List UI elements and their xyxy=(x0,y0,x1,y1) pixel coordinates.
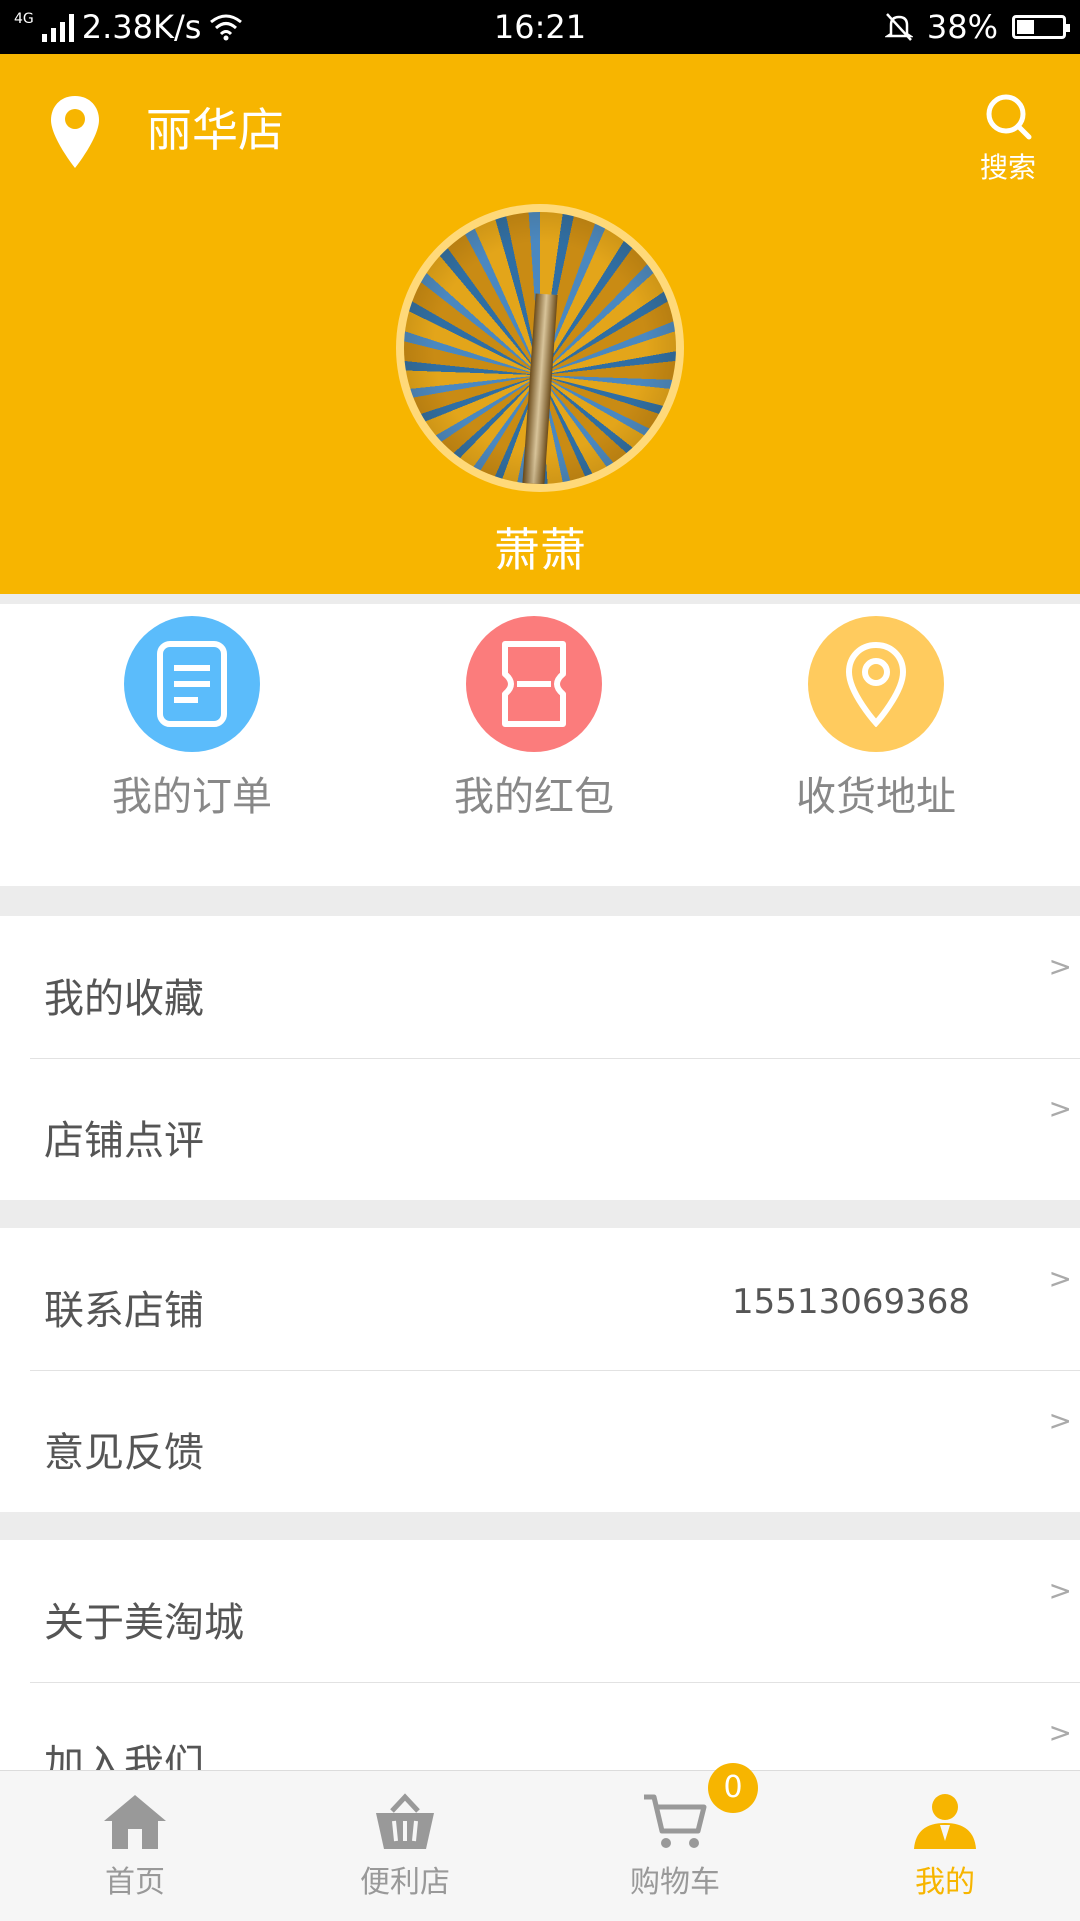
ticket-icon xyxy=(466,616,602,752)
my-orders-button[interactable]: 我的订单 xyxy=(62,616,322,822)
menu-item-label: 关于美淘城 xyxy=(44,1600,244,1646)
menu-item-contact-store[interactable]: 联系店铺 15513069368 > xyxy=(0,1228,1080,1370)
chevron-right-icon: > xyxy=(1048,950,1072,983)
quick-actions: 我的订单 我的红包 收货地址 xyxy=(0,604,1080,886)
location-icon xyxy=(808,616,944,752)
store-name[interactable]: 丽华店 xyxy=(146,94,284,160)
menu-item-label: 意见反馈 xyxy=(44,1430,204,1476)
tab-mine[interactable]: 我的 xyxy=(845,1791,1045,1901)
cart-count-badge: 0 xyxy=(708,1763,758,1813)
tab-convenience-store-label: 便利店 xyxy=(360,1865,450,1900)
username: 萧萧 xyxy=(494,523,586,577)
user-icon xyxy=(914,1794,976,1849)
avatar-image xyxy=(404,212,676,484)
tab-cart-label: 购物车 xyxy=(630,1865,720,1900)
tab-home-label: 首页 xyxy=(105,1865,165,1900)
battery-percent: 38% xyxy=(926,8,998,46)
status-bar: 4G 2.38K/s 16:21 38% xyxy=(0,0,1080,54)
menu-group-1: 我的收藏 > 店铺点评 > xyxy=(0,916,1080,1200)
location-pin-icon[interactable] xyxy=(48,94,102,170)
bottom-tab-bar: 首页 便利店 购物车 0 我的 xyxy=(0,1763,1080,1921)
bell-muted-icon xyxy=(884,13,913,41)
my-red-packets-label: 我的红包 xyxy=(454,774,614,820)
menu-item-label: 店铺点评 xyxy=(44,1118,204,1164)
chevron-right-icon: > xyxy=(1048,1574,1072,1607)
chevron-right-icon: > xyxy=(1048,1092,1072,1125)
chevron-right-icon: > xyxy=(1048,1262,1072,1295)
menu-item-label: 联系店铺 xyxy=(44,1288,204,1334)
chevron-right-icon: > xyxy=(1048,1716,1072,1749)
home-icon xyxy=(104,1795,166,1849)
cart-icon xyxy=(644,1794,707,1848)
avatar[interactable] xyxy=(396,204,684,492)
basket-icon xyxy=(376,1793,434,1849)
menu-group-2: 联系店铺 15513069368 > 意见反馈 > xyxy=(0,1228,1080,1512)
menu-item-label: 我的收藏 xyxy=(44,976,204,1022)
battery-icon xyxy=(1012,15,1070,39)
delivery-address-button[interactable]: 收货地址 xyxy=(746,616,1006,822)
menu-item-label: 加入我们 xyxy=(44,1742,204,1770)
menu-item-about[interactable]: 关于美淘城 > xyxy=(0,1540,1080,1682)
search-button[interactable]: 搜索 xyxy=(980,90,1036,186)
delivery-address-label: 收货地址 xyxy=(796,774,956,820)
store-phone-number[interactable]: 15513069368 xyxy=(732,1282,970,1322)
my-red-packets-button[interactable]: 我的红包 xyxy=(404,616,664,822)
profile-header: 丽华店 搜索 萧萧 xyxy=(0,54,1080,594)
chevron-right-icon: > xyxy=(1048,1404,1072,1437)
tab-convenience-store[interactable]: 便利店 xyxy=(305,1791,505,1901)
my-orders-label: 我的订单 xyxy=(112,774,272,820)
search-icon xyxy=(986,94,1032,140)
tab-mine-label: 我的 xyxy=(915,1865,975,1900)
tab-home[interactable]: 首页 xyxy=(35,1791,235,1901)
search-label: 搜索 xyxy=(979,151,1036,184)
status-right: 38% xyxy=(884,8,1070,46)
menu-group-3: 关于美淘城 > 加入我们 > xyxy=(0,1540,1080,1770)
order-icon xyxy=(124,616,260,752)
menu-item-feedback[interactable]: 意见反馈 > xyxy=(0,1370,1080,1512)
menu-item-join-us[interactable]: 加入我们 > xyxy=(0,1682,1080,1770)
menu-item-store-reviews[interactable]: 店铺点评 > xyxy=(0,1058,1080,1200)
menu-item-favorites[interactable]: 我的收藏 > xyxy=(0,916,1080,1058)
